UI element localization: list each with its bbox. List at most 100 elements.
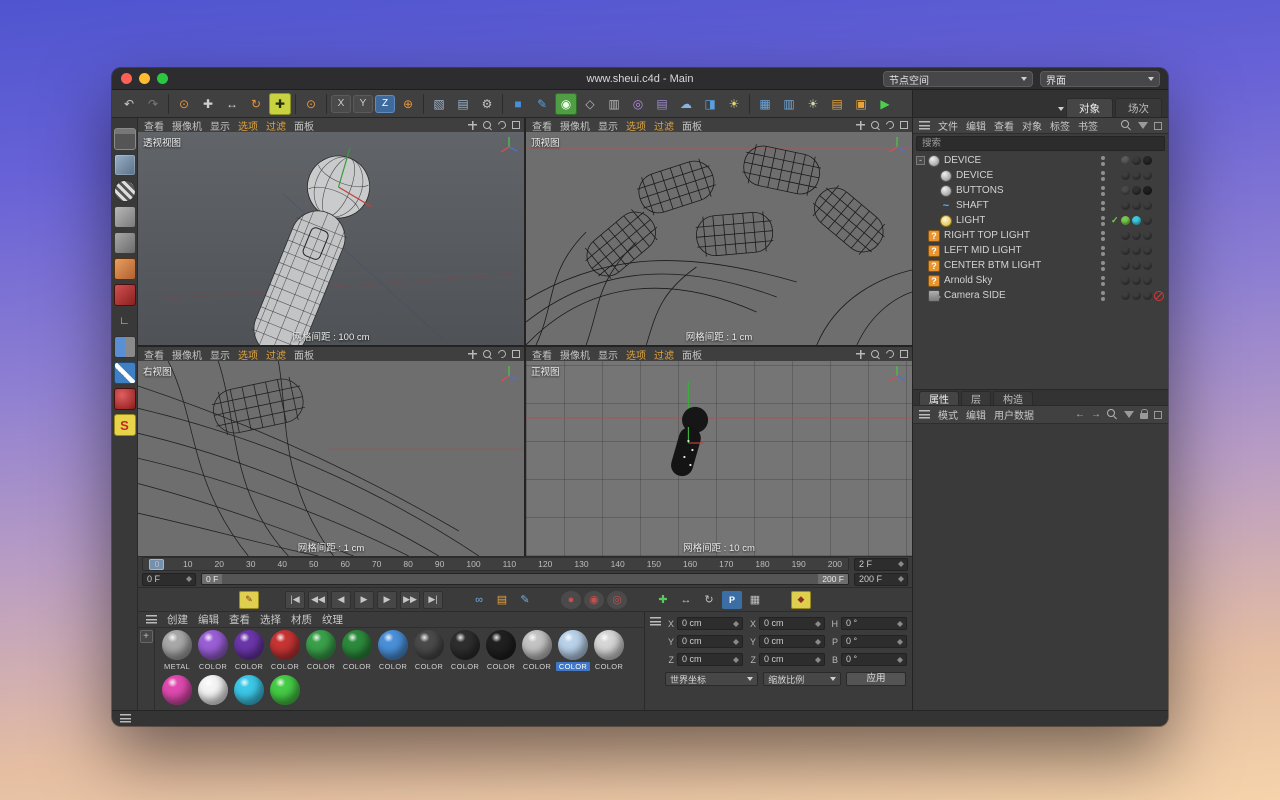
visibility-dots-icon[interactable] (1101, 156, 1105, 166)
right-canvas[interactable]: 右视图 网格间距 : 1 cm (138, 361, 524, 556)
modifier-button[interactable]: ◇ (579, 93, 601, 115)
texture-tag-icon[interactable] (1143, 186, 1152, 195)
viewport-menu-item[interactable]: 面板 (682, 347, 702, 362)
texture-mode-button[interactable] (114, 180, 136, 202)
scale-tool[interactable]: ↔ (221, 93, 243, 115)
material-menu-item[interactable]: 材质 (291, 612, 312, 627)
object-row[interactable]: ~ SHAFT (913, 198, 1168, 213)
polygon-mode-button[interactable] (114, 284, 136, 306)
history-forward-icon[interactable]: → (1091, 409, 1101, 420)
paint-mode-button[interactable] (114, 362, 136, 384)
texture-tag-icon[interactable] (1143, 201, 1152, 210)
viewport-menu-item[interactable]: 过滤 (266, 118, 286, 133)
coordinate-field[interactable]: 0 cm (677, 635, 743, 648)
filter-icon[interactable] (1124, 411, 1134, 418)
material-menu-item[interactable]: 创建 (167, 612, 188, 627)
material-menu-item[interactable]: 选择 (260, 612, 281, 627)
y-axis-lock-button[interactable]: Y (353, 95, 373, 113)
viewport-menu-item[interactable]: 选项 (626, 118, 646, 133)
visibility-dots-icon[interactable] (1101, 216, 1105, 226)
viewport-menu-item[interactable]: 显示 (210, 347, 230, 362)
material-item[interactable]: COLOR (591, 630, 627, 675)
filter-icon[interactable] (1138, 122, 1148, 129)
object-row[interactable]: ? LEFT MID LIGHT (913, 243, 1168, 258)
texture-tag-icon[interactable] (1121, 261, 1130, 270)
apply-button[interactable]: 应用 (846, 672, 906, 686)
material-item[interactable] (267, 675, 303, 710)
workplane-button[interactable]: ∟ (114, 310, 136, 332)
texture-tag-icon[interactable] (1132, 291, 1141, 300)
spline-pen-button[interactable]: ✎ (531, 93, 553, 115)
camera-button[interactable]: ◨ (699, 93, 721, 115)
rotate-tool[interactable]: ↻ (245, 93, 267, 115)
front-canvas[interactable]: 正视图 网格间距 : 10 cm (526, 361, 912, 556)
material-item[interactable]: COLOR (447, 630, 483, 675)
zoom-button[interactable] (157, 73, 168, 84)
material-item[interactable]: COLOR (555, 630, 591, 675)
object-mode-button[interactable] (114, 206, 136, 228)
texture-tag-icon[interactable] (1143, 231, 1152, 240)
subdivision-surface-button[interactable]: ◉ (555, 93, 577, 115)
render-view-button[interactable]: ▧ (428, 93, 450, 115)
coordinate-field[interactable]: 0 cm (759, 617, 825, 630)
object-row[interactable]: DEVICE (913, 168, 1168, 183)
environment-button[interactable]: ▤ (651, 93, 673, 115)
viewport-menu-item[interactable]: 显示 (210, 118, 230, 133)
range-end-field[interactable]: 200 F (854, 573, 908, 586)
close-button[interactable] (121, 73, 132, 84)
texture-tag-icon[interactable] (1143, 291, 1152, 300)
viewport-menu-item[interactable]: 选项 (238, 118, 258, 133)
viewport-menu-item[interactable]: 过滤 (654, 347, 674, 362)
material-item[interactable]: METAL (159, 630, 195, 675)
texture-tag-icon[interactable] (1121, 171, 1130, 180)
visibility-dots-icon[interactable] (1101, 246, 1105, 256)
structure-manager-button[interactable]: ▥ (778, 93, 800, 115)
texture-tag-icon[interactable] (1121, 156, 1130, 165)
viewport-menu-item[interactable]: 面板 (294, 118, 314, 133)
panel-icon[interactable] (1154, 411, 1162, 419)
hamburger-menu-icon[interactable] (919, 121, 930, 130)
range-slider[interactable]: 0 F 200 F (201, 573, 849, 585)
texture-tag-icon[interactable] (1132, 201, 1141, 210)
viewport-maximize-icon[interactable] (900, 350, 908, 358)
range-start-handle[interactable]: 0 F (202, 574, 222, 584)
material-menu-item[interactable]: 查看 (229, 612, 250, 627)
perspective-canvas[interactable]: 透视视图 网格间距 : 100 cm (138, 132, 524, 345)
texture-tag-icon[interactable] (1132, 231, 1141, 240)
object-row[interactable]: - DEVICE (913, 153, 1168, 168)
material-item[interactable] (159, 675, 195, 710)
hamburger-menu-icon[interactable] (146, 615, 157, 624)
coordinate-field[interactable]: 0 cm (677, 617, 743, 630)
material-item[interactable]: COLOR (231, 630, 267, 675)
viewport-menu-item[interactable]: 查看 (532, 118, 552, 133)
viewport-rotate-icon[interactable] (884, 119, 895, 130)
record-snapshot-button[interactable]: ✎ (239, 591, 259, 609)
live-selection-tool[interactable]: ⊙ (173, 93, 195, 115)
visibility-dots-icon[interactable] (1101, 231, 1105, 241)
prev-key-button[interactable]: ◀◀ (308, 591, 328, 609)
viewport-filter-icon[interactable] (114, 128, 136, 150)
redo-button[interactable]: ↷ (142, 93, 164, 115)
top-canvas[interactable]: 顶视图 网格间距 : 1 cm (526, 132, 912, 345)
key-rotation-button[interactable]: ↻ (699, 591, 719, 609)
sky-button[interactable]: ☁ (675, 93, 697, 115)
next-frame-button[interactable]: ▶ (377, 591, 397, 609)
viewport-zoom-icon[interactable] (871, 121, 880, 130)
visibility-dots-icon[interactable] (1101, 261, 1105, 271)
viewport-rotate-icon[interactable] (884, 348, 895, 359)
expander-icon[interactable]: - (916, 156, 925, 165)
timeline-ruler[interactable]: 0102030405060708090100110120130140150160… (142, 557, 849, 571)
viewport-menu-item[interactable]: 选项 (626, 347, 646, 362)
scale-mode-dropdown[interactable]: 缩放比例 (763, 672, 841, 686)
light-button[interactable]: ☀ (723, 93, 745, 115)
material-menu-item[interactable]: 纹理 (322, 612, 343, 627)
attribute-menu-item[interactable]: 模式 (938, 407, 958, 422)
coordinate-field[interactable]: 0 ° (841, 635, 907, 648)
texture-tag-icon[interactable] (1143, 276, 1152, 285)
history-back-icon[interactable]: ← (1075, 409, 1085, 420)
texture-tag-icon[interactable] (1121, 231, 1130, 240)
viewport-maximize-icon[interactable] (512, 350, 520, 358)
texture-tag-icon[interactable] (1121, 216, 1130, 225)
viewport-rotate-icon[interactable] (496, 348, 507, 359)
coordinate-system-dropdown[interactable]: 世界坐标 (665, 672, 758, 686)
